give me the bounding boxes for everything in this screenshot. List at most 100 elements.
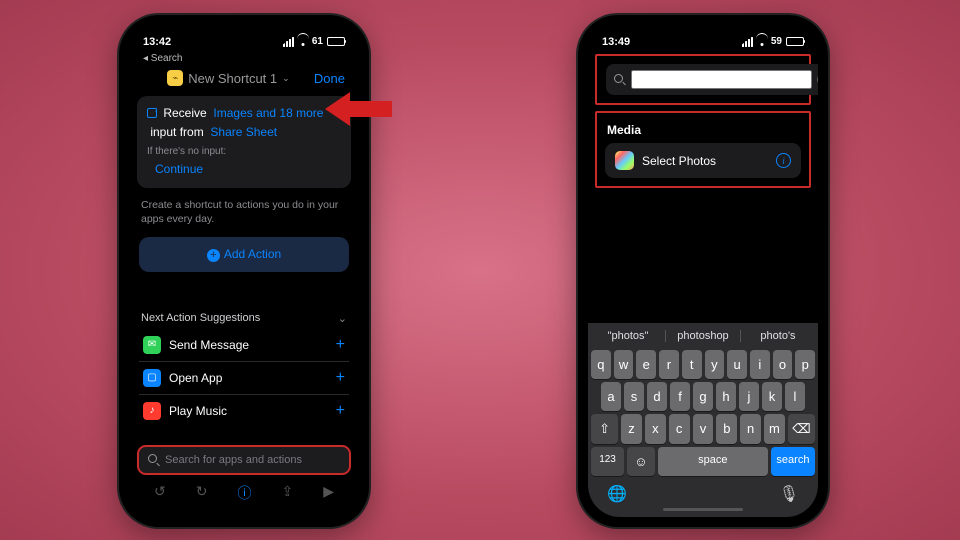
receive-text-2: input from — [150, 125, 203, 139]
breadcrumb-back[interactable]: ◂ Search — [129, 53, 359, 64]
key-e[interactable]: e — [636, 350, 656, 379]
receive-text-1: Receive — [163, 106, 206, 120]
key-w[interactable]: w — [614, 350, 634, 379]
key-emoji[interactable]: ☺ — [627, 447, 655, 476]
chevron-down-icon[interactable]: ⌄ — [282, 73, 290, 84]
key-b[interactable]: b — [716, 414, 737, 444]
app-icon: ♪ — [143, 402, 161, 420]
status-right: 59 — [742, 36, 804, 47]
suggestion-label: Send Message — [169, 338, 336, 352]
battery-pct: 61 — [312, 36, 323, 47]
clear-icon[interactable]: ✕ — [817, 73, 818, 86]
key-123[interactable]: 123 — [591, 447, 624, 476]
key-j[interactable]: j — [739, 382, 759, 411]
time: 13:42 — [143, 36, 171, 48]
page-title[interactable]: New Shortcut 1 — [188, 71, 277, 86]
search-field[interactable] — [137, 445, 351, 475]
key-o[interactable]: o — [773, 350, 793, 379]
key-g[interactable]: g — [693, 382, 713, 411]
wifi-icon — [756, 37, 768, 46]
key-v[interactable]: v — [693, 414, 714, 444]
highlight-box-result: Media Select Photos i — [595, 111, 811, 188]
photos-app-icon — [615, 151, 634, 170]
keyboard: "photos" photoshop photo's qwertyuiop as… — [588, 323, 818, 517]
add-icon[interactable]: + — [336, 369, 345, 387]
plus-circle-icon: + — [207, 249, 220, 262]
add-action-button[interactable]: +Add Action — [139, 237, 349, 272]
key-c[interactable]: c — [669, 414, 690, 444]
key-x[interactable]: x — [645, 414, 666, 444]
app-icon: ▢ — [143, 369, 161, 387]
receive-source-link[interactable]: Share Sheet — [210, 125, 277, 139]
key-d[interactable]: d — [647, 382, 667, 411]
info-icon[interactable]: i — [776, 153, 791, 168]
key-h[interactable]: h — [716, 382, 736, 411]
search-icon — [148, 454, 160, 466]
key-n[interactable]: n — [740, 414, 761, 444]
key-f[interactable]: f — [670, 382, 690, 411]
key-backspace[interactable]: ⌫ — [788, 414, 815, 444]
prediction-1[interactable]: "photos" — [591, 330, 666, 342]
key-a[interactable]: a — [601, 382, 621, 411]
result-label: Select Photos — [642, 154, 768, 168]
search-input[interactable] — [631, 70, 812, 89]
noinput-label: If there's no input: — [147, 144, 341, 160]
notch — [658, 25, 748, 47]
key-k[interactable]: k — [762, 382, 782, 411]
chevron-down-icon: ⌄ — [338, 312, 347, 325]
keyboard-bottom: 🌐 🎙 — [591, 479, 815, 504]
next-actions-header[interactable]: Next Action Suggestions ⌄ — [141, 312, 347, 325]
receive-card[interactable]: Receive Images and 18 more input from Sh… — [137, 96, 351, 188]
search-input[interactable] — [165, 454, 340, 466]
key-p[interactable]: p — [795, 350, 815, 379]
suggestion-label: Open App — [169, 371, 336, 385]
app-icon: ✉ — [143, 336, 161, 354]
annotation-arrow — [320, 84, 400, 134]
noinput-continue-link[interactable]: Continue — [155, 160, 341, 179]
key-r[interactable]: r — [659, 350, 679, 379]
key-z[interactable]: z — [621, 414, 642, 444]
battery-icon — [327, 37, 345, 46]
share-icon[interactable]: ⇪ — [281, 483, 293, 503]
info-icon[interactable]: ⓘ — [237, 483, 251, 503]
suggestion-row[interactable]: ✉ Send Message+ — [139, 329, 349, 362]
play-icon[interactable]: ▶ — [323, 483, 334, 503]
screen-right: 13:49 59 ✕ Cancel Media Selec — [588, 25, 818, 517]
key-s[interactable]: s — [624, 382, 644, 411]
home-indicator[interactable] — [663, 508, 743, 511]
key-y[interactable]: y — [705, 350, 725, 379]
key-l[interactable]: l — [785, 382, 805, 411]
key-search[interactable]: search — [771, 447, 815, 476]
key-shift[interactable]: ⇧ — [591, 414, 618, 444]
battery-pct: 59 — [771, 36, 782, 47]
prediction-3[interactable]: photo's — [741, 330, 815, 342]
globe-icon[interactable]: 🌐 — [607, 484, 627, 504]
battery-icon — [786, 37, 804, 46]
toolbar: ↺ ↻ ⓘ ⇪ ▶ — [129, 479, 359, 507]
shortcut-icon[interactable]: ⌁ — [167, 70, 183, 86]
search-field[interactable]: ✕ — [606, 64, 818, 95]
add-icon[interactable]: + — [336, 402, 345, 420]
add-icon[interactable]: + — [336, 336, 345, 354]
next-actions-label: Next Action Suggestions — [141, 312, 260, 324]
notch — [199, 25, 289, 47]
receive-icon — [147, 108, 157, 118]
key-q[interactable]: q — [591, 350, 611, 379]
status-right: 61 — [283, 36, 345, 47]
desc-text: Create a shortcut to actions you do in y… — [141, 198, 347, 227]
key-m[interactable]: m — [764, 414, 785, 444]
search-icon — [614, 74, 626, 86]
undo-icon[interactable]: ↺ — [154, 483, 166, 503]
key-space[interactable]: space — [658, 447, 768, 476]
receive-types-link[interactable]: Images and 18 more — [213, 106, 323, 120]
key-t[interactable]: t — [682, 350, 702, 379]
predictions: "photos" photoshop photo's — [591, 327, 815, 347]
mic-icon[interactable]: 🎙 — [779, 484, 799, 504]
redo-icon[interactable]: ↻ — [196, 483, 208, 503]
suggestion-row[interactable]: ▢ Open App+ — [139, 362, 349, 395]
prediction-2[interactable]: photoshop — [666, 330, 741, 342]
key-i[interactable]: i — [750, 350, 770, 379]
suggestion-row[interactable]: ♪Play Music+ — [139, 395, 349, 427]
key-u[interactable]: u — [727, 350, 747, 379]
result-row-select-photos[interactable]: Select Photos i — [605, 143, 801, 178]
